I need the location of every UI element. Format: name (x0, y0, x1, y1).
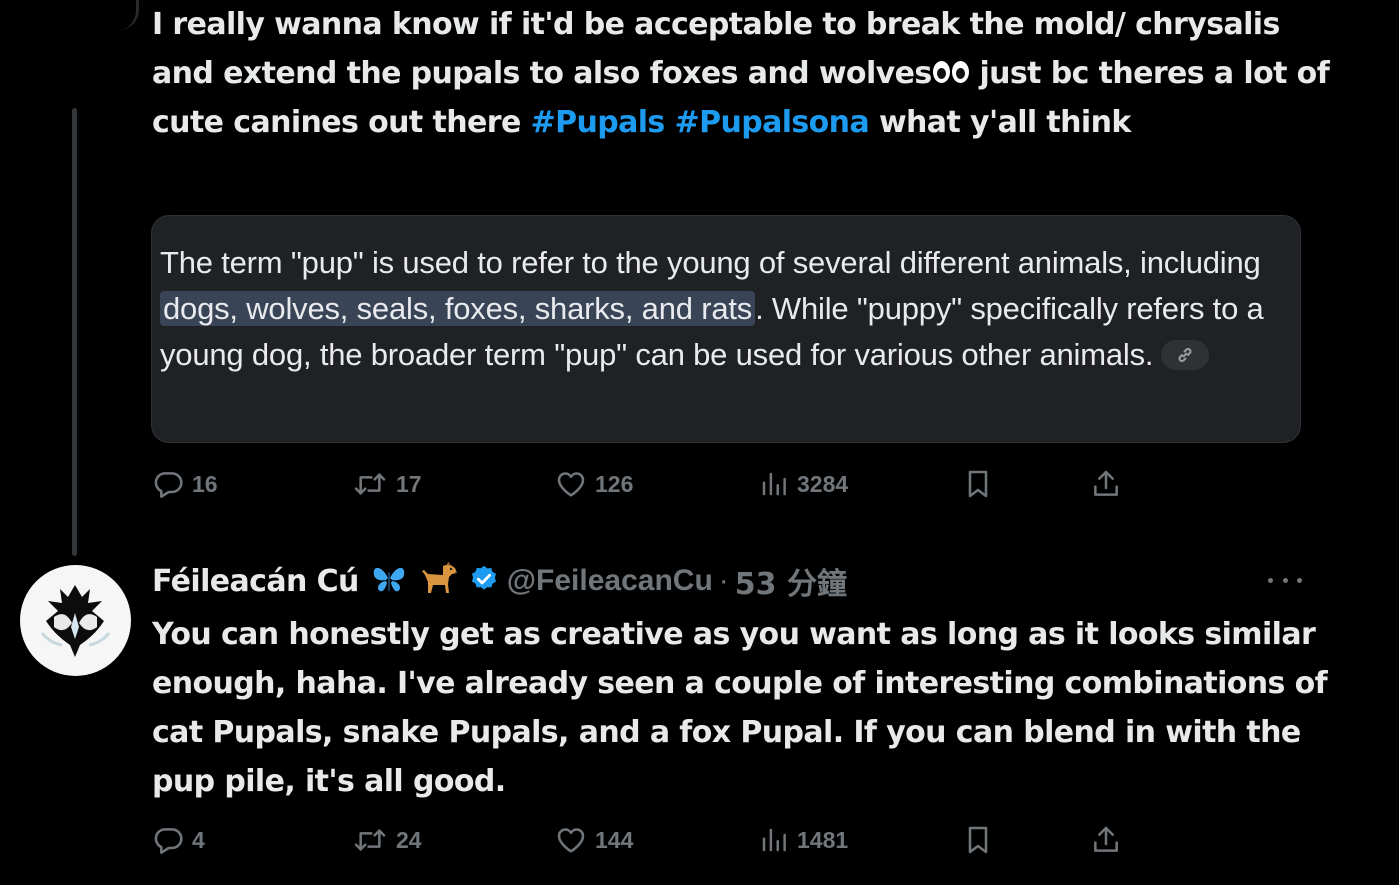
bookmark-button[interactable] (962, 823, 994, 857)
tweet-header: Féileacán Cú @FeileacanCu · 53 分鐘 (152, 558, 1302, 604)
tweet-text-part: what y'all think (869, 105, 1131, 140)
repost-icon (354, 829, 386, 851)
reply-button[interactable]: 4 (152, 823, 205, 857)
hashtag-link[interactable]: #Pupalsona (675, 105, 870, 140)
author-name[interactable]: Féileacán Cú (152, 564, 359, 599)
views-count: 3284 (797, 470, 849, 497)
butterfly-emoji-icon (371, 563, 407, 599)
quoted-search-snippet: The term "pup" is used to refer to the y… (151, 215, 1301, 443)
share-button[interactable] (1090, 823, 1122, 857)
analytics-icon (762, 828, 786, 852)
tweet-timestamp[interactable]: 53 分鐘 (735, 559, 847, 603)
bookmark-button[interactable] (962, 467, 994, 501)
like-button[interactable]: 144 (555, 823, 633, 857)
repost-count: 17 (396, 470, 422, 497)
analytics-icon (762, 472, 786, 496)
views-button[interactable]: 3284 (759, 467, 848, 501)
dog-emoji-icon (419, 561, 459, 600)
like-count: 126 (595, 470, 634, 497)
repost-button[interactable]: 24 (352, 823, 422, 857)
thread-connector (110, 0, 139, 30)
link-icon[interactable] (1161, 339, 1210, 370)
reply-tweet-text: You can honestly get as creative as you … (152, 617, 1328, 799)
reply-button[interactable]: 16 (152, 467, 218, 501)
repost-count: 24 (396, 826, 422, 853)
tweet-text: I really wanna know if it'd be acceptabl… (152, 0, 1332, 147)
author-handle[interactable]: @FeileacanCu (507, 564, 713, 598)
repost-button[interactable]: 17 (352, 467, 422, 501)
tweet-actions: 16 17 126 3284 (152, 467, 1152, 501)
hashtag-link[interactable]: #Pupals (531, 105, 666, 140)
avatar[interactable] (20, 565, 131, 676)
reply-icon (154, 472, 183, 498)
snippet-text-part: The term "pup" is used to refer to the y… (160, 245, 1261, 280)
snippet-highlight: dogs, wolves, seals, foxes, sharks, and … (160, 291, 756, 326)
heart-icon (557, 472, 585, 497)
share-icon (1094, 470, 1118, 496)
verified-badge-icon (469, 564, 499, 598)
views-button[interactable]: 1481 (759, 823, 848, 857)
views-count: 1481 (797, 826, 849, 853)
more-dot (1268, 577, 1273, 583)
bookmark-icon (968, 826, 988, 854)
share-icon (1094, 826, 1118, 852)
reply-icon (154, 828, 183, 854)
more-dot (1282, 577, 1288, 583)
like-count: 144 (595, 826, 634, 853)
more-options-button[interactable] (1268, 568, 1302, 592)
share-button[interactable] (1090, 467, 1122, 501)
heart-icon (557, 828, 585, 853)
like-button[interactable]: 126 (555, 467, 633, 501)
header-separator: · (718, 564, 729, 597)
reply-count: 16 (192, 470, 218, 497)
thread-line (72, 108, 77, 556)
tweet-actions: 4 24 144 1481 (152, 823, 1152, 857)
more-dot (1297, 577, 1302, 583)
bookmark-icon (968, 470, 988, 498)
eyes-emoji-icon (932, 59, 970, 85)
reply-count: 4 (192, 826, 205, 853)
snippet-text: The term "pup" is used to refer to the y… (160, 240, 1290, 378)
repost-icon (354, 473, 386, 495)
